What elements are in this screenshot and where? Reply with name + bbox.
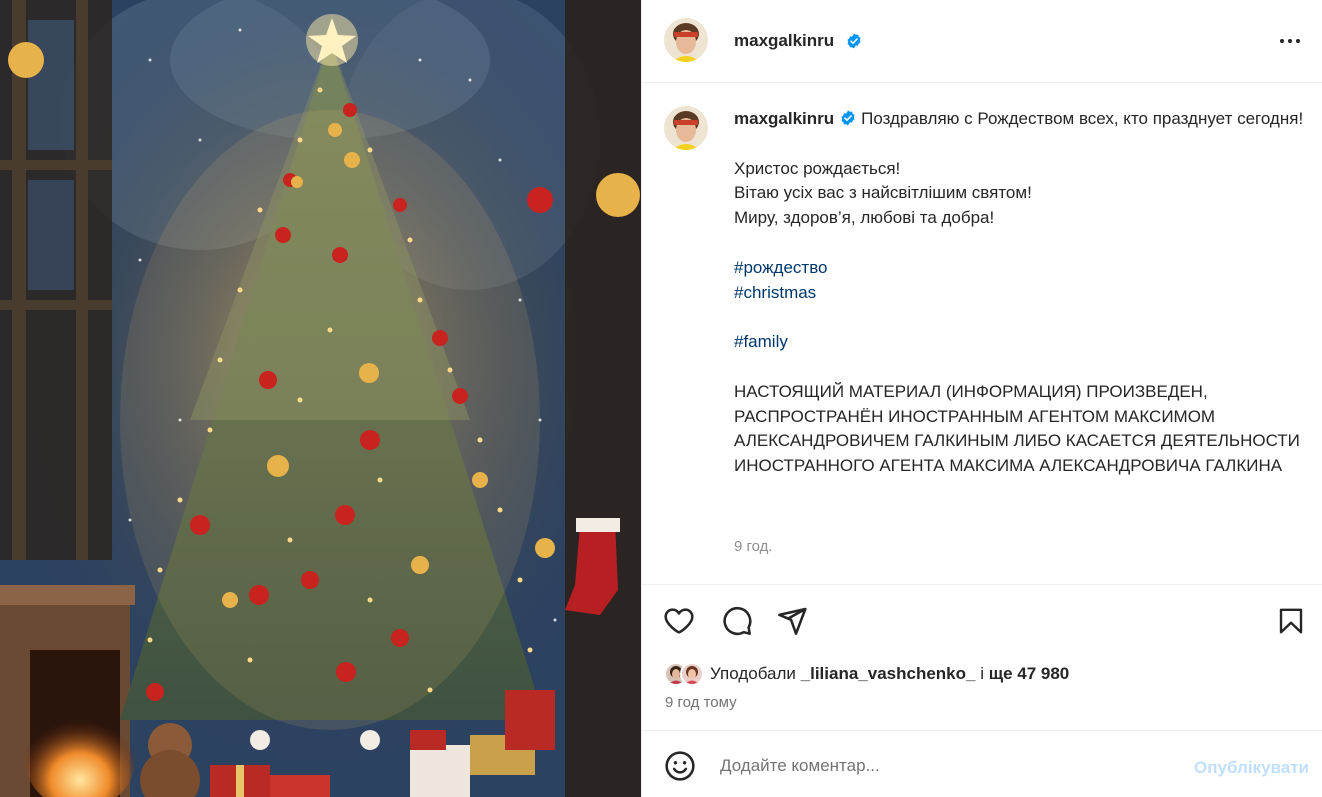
heart-icon (664, 608, 694, 634)
emoji-icon (665, 751, 695, 781)
caption-avatar[interactable] (664, 106, 708, 150)
post-comment-button[interactable]: Опублікувати (1194, 758, 1309, 778)
caption-line: Вітаю усіх вас з найсвітлішим святом! (734, 183, 1032, 203)
foreign-agent-disclaimer: НАСТОЯЩИЙ МАТЕРИАЛ (ИНФОРМАЦИЯ) ПРОИЗВЕД… (734, 381, 1305, 476)
post-caption: maxgalkinru Поздравляю с Рождеством всех,… (734, 107, 1304, 479)
avatar-image (664, 18, 708, 62)
caption-line: Миру, здоров’я, любові та добра! (734, 208, 995, 228)
christmas-tree-image (0, 0, 641, 797)
likes-prefix: Уподобали (710, 664, 796, 683)
verified-badge-icon (847, 33, 861, 49)
liker-username[interactable]: _liliana_vashchenko_ (801, 664, 976, 683)
actions-divider (642, 584, 1322, 585)
caption-timestamp[interactable]: 9 год. (734, 538, 773, 555)
post-image[interactable] (0, 0, 641, 797)
hashtag-link[interactable]: #christmas (734, 281, 1304, 306)
liker-avatar (680, 662, 704, 686)
hashtag-link[interactable]: #family (734, 330, 1304, 355)
liker-avatar-image (682, 664, 702, 684)
comment-input[interactable] (718, 753, 1162, 779)
header-username[interactable]: maxgalkinru (734, 31, 834, 51)
likes-conjunction: і (980, 664, 984, 683)
caption-first-line: Поздравляю с Рождеством всех, кто праздн… (861, 109, 1304, 128)
more-options-icon[interactable] (1277, 28, 1303, 54)
post-details-panel: maxgalkinru maxgalkinru Поздравляю с Рожд… (641, 0, 1322, 797)
posted-time[interactable]: 9 год тому (665, 694, 737, 711)
caption-line: Христос рождається! (734, 158, 901, 178)
bookmark-icon (1279, 608, 1303, 634)
verified-badge-icon (841, 110, 855, 126)
share-icon (778, 607, 807, 635)
save-button[interactable] (1274, 604, 1308, 638)
likes-text: Уподобали _liliana_vashchenko_ і ще 47 9… (710, 664, 1069, 684)
hashtag-link[interactable]: #рождество (734, 256, 1304, 281)
likes-count[interactable]: ще 47 980 (989, 664, 1070, 683)
avatar-image (664, 106, 708, 150)
caption-username[interactable]: maxgalkinru (734, 109, 834, 128)
avatar[interactable] (664, 18, 708, 62)
comment-bar: Опублікувати (642, 730, 1322, 797)
like-button[interactable] (662, 604, 696, 638)
share-button[interactable] (775, 604, 809, 638)
post-header: maxgalkinru (642, 0, 1322, 83)
emoji-button[interactable] (663, 749, 697, 783)
comment-button[interactable] (720, 604, 754, 638)
likes-summary: Уподобали _liliana_vashchenko_ і ще 47 9… (664, 660, 1069, 688)
comment-icon (723, 606, 752, 636)
